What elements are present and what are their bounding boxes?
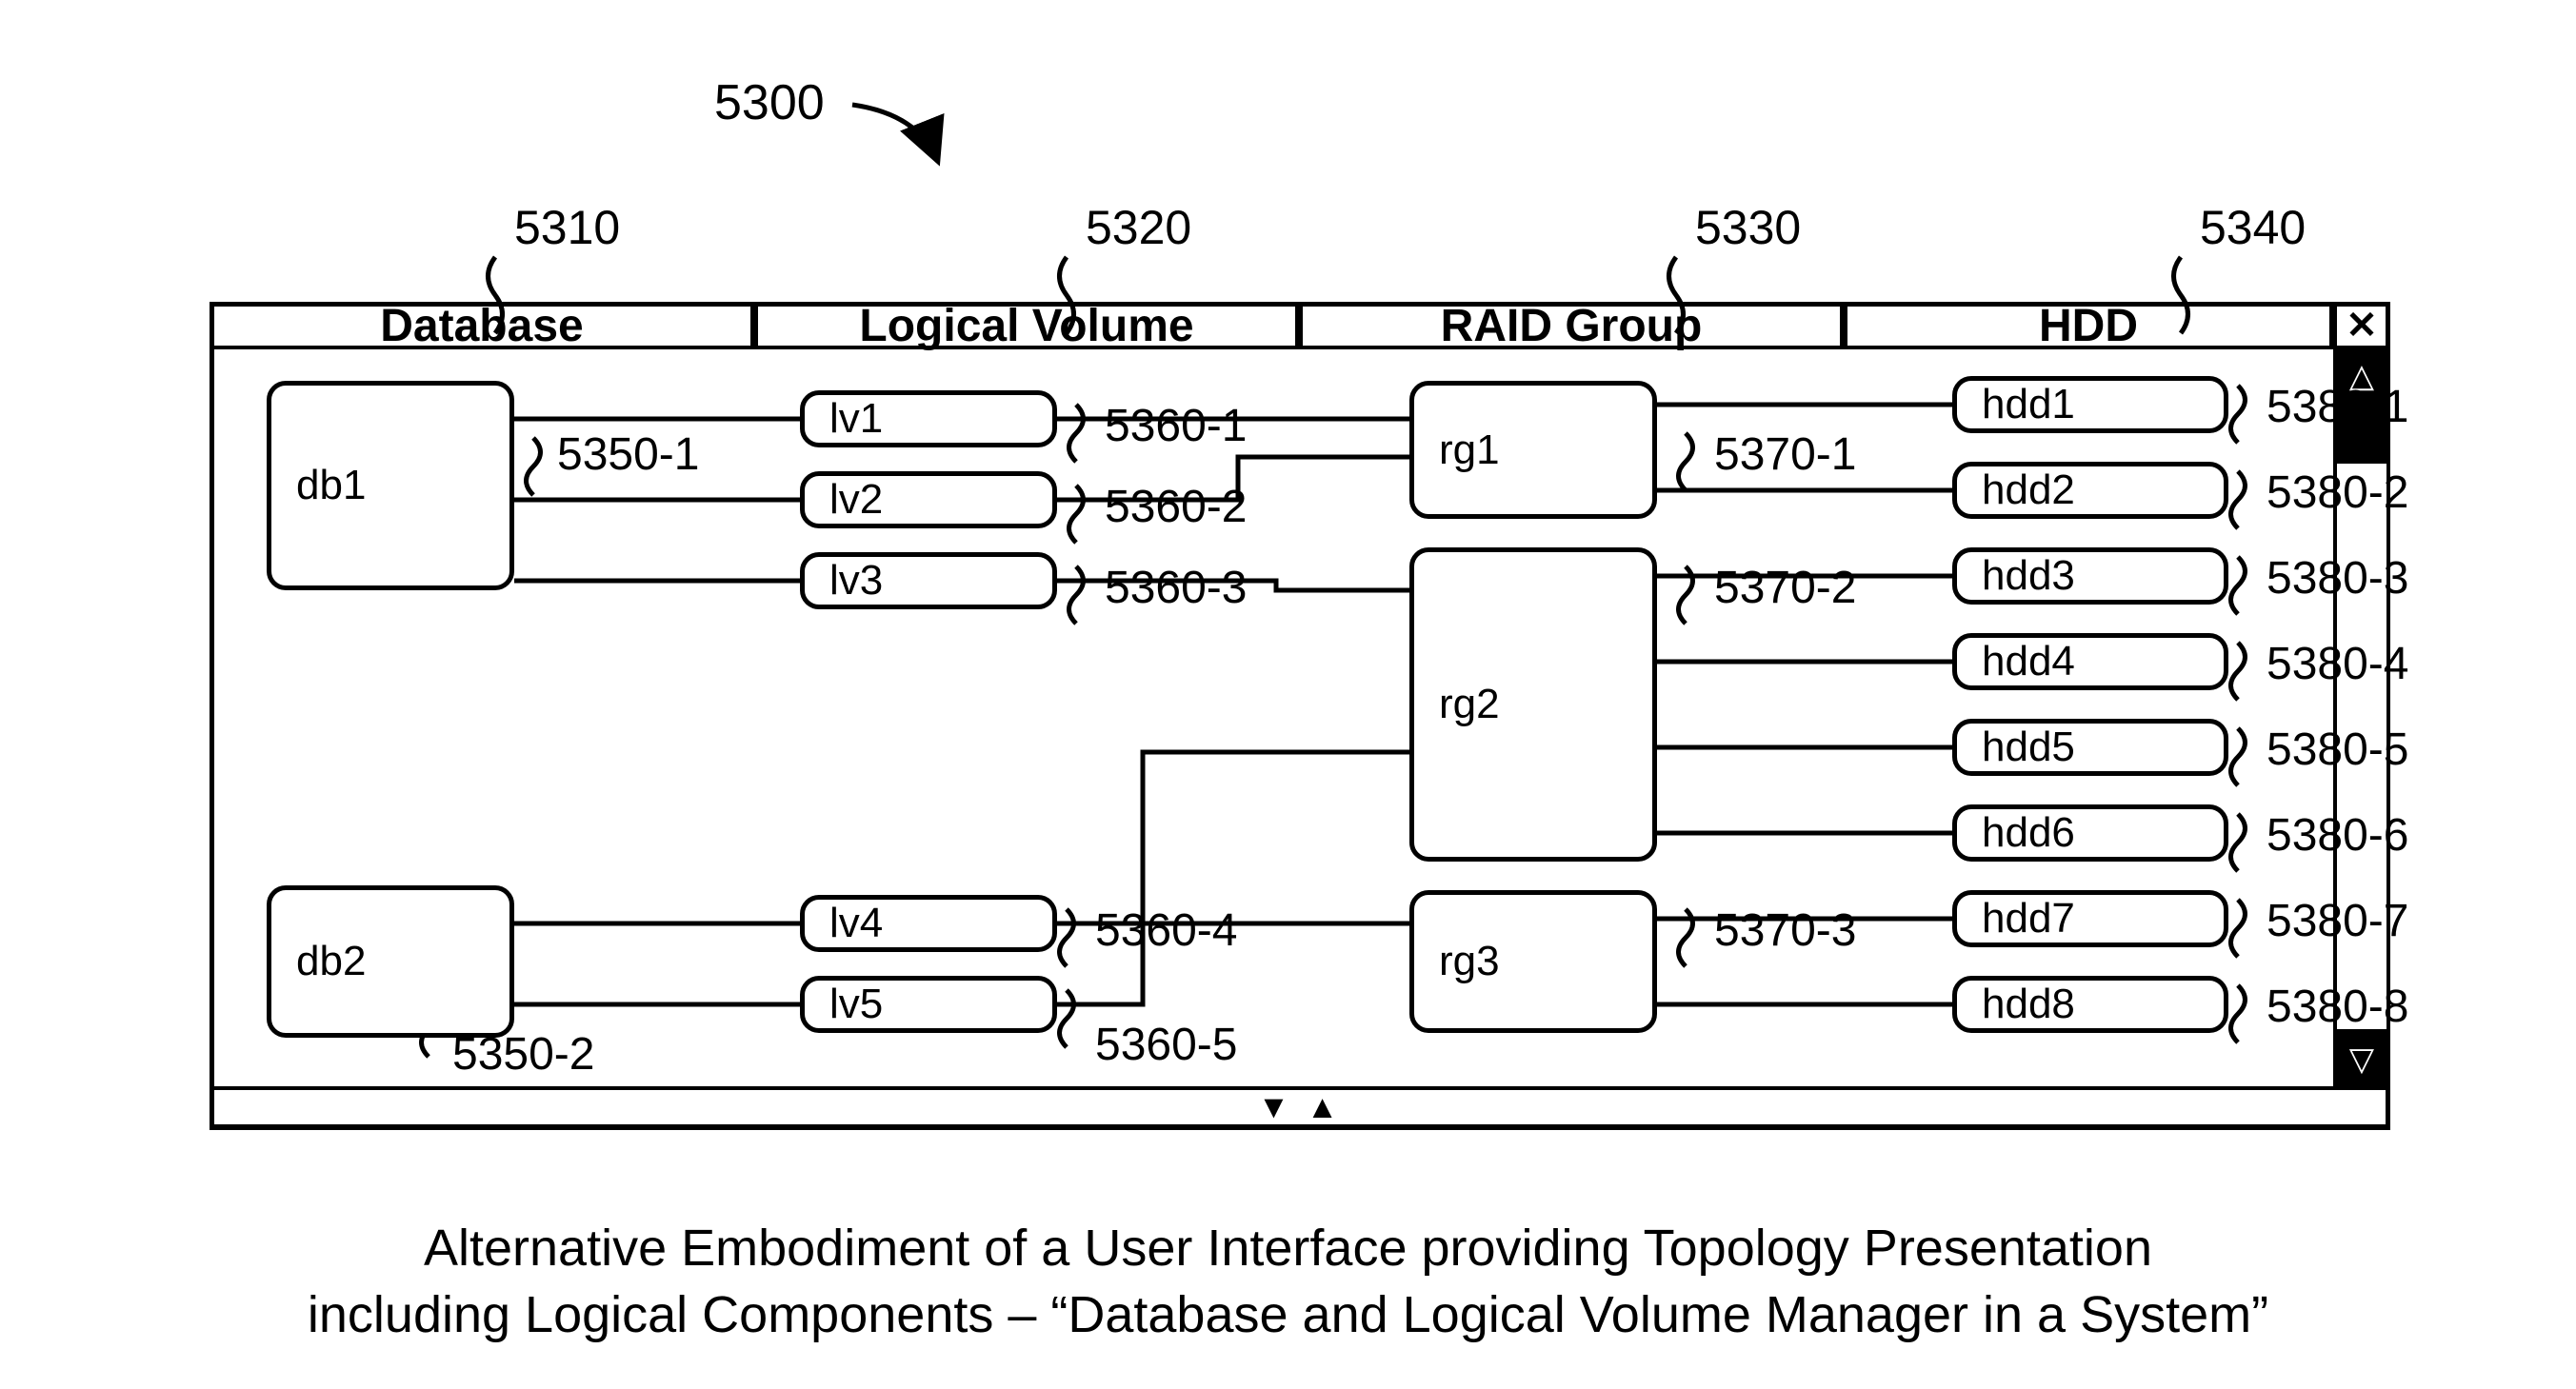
pager-bar[interactable]: ▼ ▲ — [210, 1086, 2390, 1128]
node-lv5[interactable]: lv5 — [800, 976, 1057, 1033]
ref-rg2: 5370-2 — [1714, 562, 1856, 614]
node-db2[interactable]: db2 — [267, 885, 514, 1038]
ref-hdd5: 5380-5 — [2266, 724, 2408, 776]
ref-rg3: 5370-3 — [1714, 904, 1856, 957]
node-hdd1[interactable]: hdd1 — [1952, 376, 2228, 433]
ref-lv1: 5360-1 — [1105, 400, 1247, 452]
node-lv2[interactable]: lv2 — [800, 471, 1057, 528]
node-hdd3[interactable]: hdd3 — [1952, 547, 2228, 605]
close-button[interactable]: ✕ — [2333, 302, 2390, 349]
caption-line2: including Logical Components – “Database… — [0, 1285, 2576, 1344]
node-rg2[interactable]: rg2 — [1409, 547, 1657, 862]
caption-line1: Alternative Embodiment of a User Interfa… — [0, 1219, 2576, 1278]
ref-lv5: 5360-5 — [1095, 1019, 1237, 1071]
node-hdd2[interactable]: hdd2 — [1952, 462, 2228, 519]
ref-main: 5300 — [714, 74, 825, 131]
ref-hdd6: 5380-6 — [2266, 809, 2408, 862]
node-lv1[interactable]: lv1 — [800, 390, 1057, 447]
col-header-database[interactable]: Database — [210, 302, 754, 349]
scroll-down-button[interactable]: ▽ — [2333, 1033, 2390, 1086]
node-lv4[interactable]: lv4 — [800, 895, 1057, 952]
col-header-hdd[interactable]: HDD — [1844, 302, 2333, 349]
node-db1[interactable]: db1 — [267, 381, 514, 590]
ref-hdd7: 5380-7 — [2266, 895, 2408, 947]
col-header-rg[interactable]: RAID Group — [1299, 302, 1844, 349]
ref-hdd8: 5380-8 — [2266, 981, 2408, 1033]
ref-col-lv: 5320 — [1086, 200, 1191, 255]
node-rg1[interactable]: rg1 — [1409, 381, 1657, 519]
node-hdd5[interactable]: hdd5 — [1952, 719, 2228, 776]
ref-lv4: 5360-4 — [1095, 904, 1237, 957]
node-hdd7[interactable]: hdd7 — [1952, 890, 2228, 947]
ref-col-rg: 5330 — [1695, 200, 1801, 255]
node-hdd4[interactable]: hdd4 — [1952, 633, 2228, 690]
ref-hdd1: 5380-1 — [2266, 381, 2408, 433]
node-rg3[interactable]: rg3 — [1409, 890, 1657, 1033]
ref-col-database: 5310 — [514, 200, 620, 255]
ref-db2: 5350-2 — [452, 1028, 594, 1081]
ref-lv3: 5360-3 — [1105, 562, 1247, 614]
node-lv3[interactable]: lv3 — [800, 552, 1057, 609]
ref-rg1: 5370-1 — [1714, 428, 1856, 481]
col-header-lv[interactable]: Logical Volume — [754, 302, 1299, 349]
ref-hdd2: 5380-2 — [2266, 466, 2408, 519]
ref-lv2: 5360-2 — [1105, 481, 1247, 533]
ref-db1: 5350-1 — [557, 428, 699, 481]
node-hdd6[interactable]: hdd6 — [1952, 804, 2228, 862]
ref-col-hdd: 5340 — [2200, 200, 2306, 255]
node-hdd8[interactable]: hdd8 — [1952, 976, 2228, 1033]
ref-hdd4: 5380-4 — [2266, 638, 2408, 690]
ref-hdd3: 5380-3 — [2266, 552, 2408, 605]
